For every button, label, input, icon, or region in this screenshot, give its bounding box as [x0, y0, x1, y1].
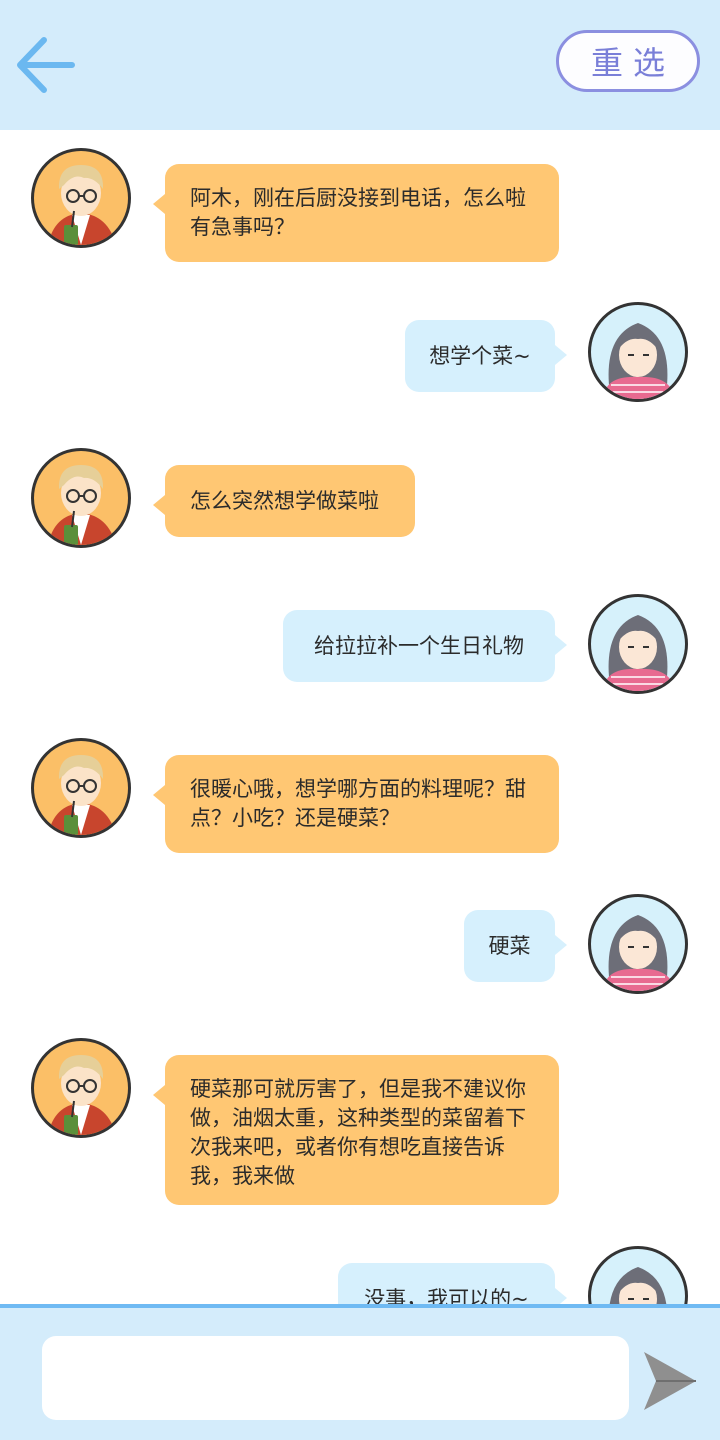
send-button[interactable]: [640, 1348, 698, 1414]
message-bubble-friend[interactable]: 硬菜那可就厉害了，但是我不建议你做，油烟太重，这种类型的菜留着下次我来吧，或者你…: [153, 1055, 559, 1205]
message-bubble-me[interactable]: 想学个菜~: [405, 320, 567, 392]
friend-avatar[interactable]: [31, 1038, 131, 1138]
friend-avatar[interactable]: [31, 738, 131, 838]
message-input[interactable]: [42, 1336, 629, 1420]
back-button[interactable]: [12, 30, 82, 100]
message-text: 怎么突然想学做菜啦: [190, 488, 379, 513]
message-bubble-friend[interactable]: 很暖心哦，想学哪方面的料理呢？甜点？小吃？还是硬菜？: [153, 755, 559, 853]
message-text: 想学个菜~: [429, 343, 531, 368]
my-avatar[interactable]: [588, 894, 688, 994]
message-bubble-me[interactable]: 给拉拉补一个生日礼物: [283, 610, 567, 682]
message-text: 阿木，刚在后厨没接到电话，怎么啦有急事吗？: [190, 186, 526, 239]
chat-list[interactable]: 阿木，刚在后厨没接到电话，怎么啦有急事吗？ 想学个菜~ 怎么突然想学做菜啦 给拉…: [0, 130, 720, 1304]
my-avatar[interactable]: [588, 594, 688, 694]
message-bubble-me[interactable]: 没事，我可以的~: [338, 1263, 567, 1305]
top-bar: 重选: [0, 0, 720, 130]
send-icon: [644, 1352, 696, 1410]
message-text: 硬菜那可就厉害了，但是我不建议你做，油烟太重，这种类型的菜留着下次我来吧，或者你…: [190, 1077, 526, 1188]
friend-avatar[interactable]: [31, 148, 131, 248]
message-text: 很暖心哦，想学哪方面的料理呢？甜点？小吃？还是硬菜？: [190, 777, 526, 830]
composer-bar: [0, 1304, 720, 1440]
friend-avatar[interactable]: [31, 448, 131, 548]
message-text: 给拉拉补一个生日礼物: [314, 633, 524, 658]
arrow-left-icon: [17, 37, 75, 93]
message-text: 硬菜: [488, 933, 531, 958]
reset-button-label: 重选: [590, 44, 675, 82]
message-text: 没事，我可以的~: [364, 1286, 529, 1305]
message-bubble-friend[interactable]: 怎么突然想学做菜啦: [153, 465, 415, 537]
my-avatar[interactable]: [588, 1246, 688, 1304]
message-bubble-me[interactable]: 硬菜: [464, 910, 567, 982]
my-avatar[interactable]: [588, 302, 688, 402]
message-bubble-friend[interactable]: 阿木，刚在后厨没接到电话，怎么啦有急事吗？: [153, 164, 559, 262]
reset-button[interactable]: 重选: [556, 30, 700, 92]
